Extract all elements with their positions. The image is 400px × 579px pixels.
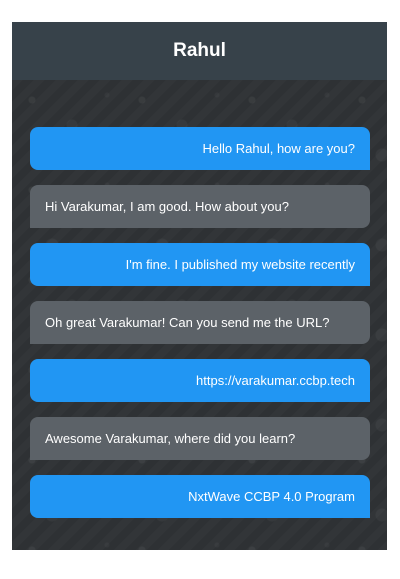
message-text: NxtWave CCBP 4.0 Program bbox=[188, 489, 355, 504]
message-text: Hello Rahul, how are you? bbox=[202, 141, 355, 156]
message-sent: NxtWave CCBP 4.0 Program bbox=[30, 475, 370, 518]
message-received: Awesome Varakumar, where did you learn? bbox=[30, 417, 370, 460]
message-text: Oh great Varakumar! Can you send me the … bbox=[45, 315, 330, 330]
message-sent: I'm fine. I published my website recentl… bbox=[30, 243, 370, 286]
message-text: I'm fine. I published my website recentl… bbox=[125, 257, 355, 272]
message-text: Awesome Varakumar, where did you learn? bbox=[45, 431, 296, 446]
message-received: Oh great Varakumar! Can you send me the … bbox=[30, 301, 370, 344]
message-list: Hello Rahul, how are you? Hi Varakumar, … bbox=[30, 127, 370, 533]
contact-name: Rahul bbox=[173, 40, 226, 61]
message-text: https://varakumar.ccbp.tech bbox=[196, 373, 355, 388]
message-sent: https://varakumar.ccbp.tech bbox=[30, 359, 370, 402]
message-text: Hi Varakumar, I am good. How about you? bbox=[45, 199, 289, 214]
message-sent: Hello Rahul, how are you? bbox=[30, 127, 370, 170]
chat-window: Rahul Hello Rahul, how are you? Hi Varak… bbox=[12, 22, 387, 550]
chat-header: Rahul bbox=[12, 22, 387, 80]
message-received: Hi Varakumar, I am good. How about you? bbox=[30, 185, 370, 228]
